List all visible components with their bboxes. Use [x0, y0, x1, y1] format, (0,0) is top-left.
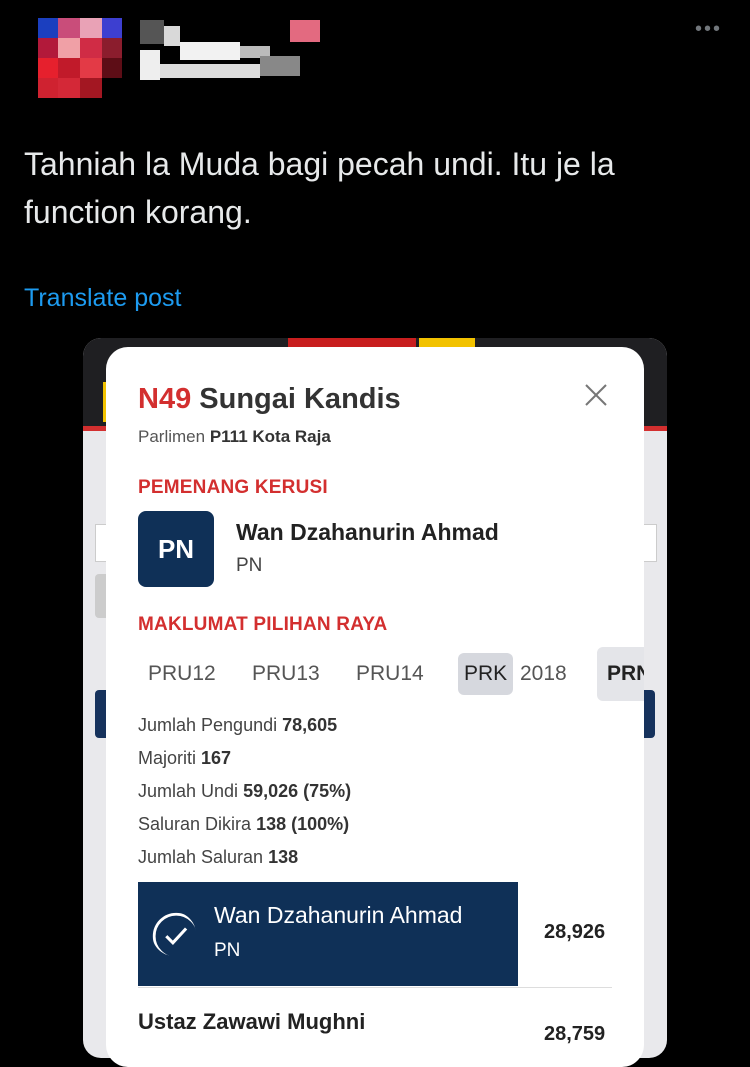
translate-post-link[interactable]: Translate post	[24, 284, 181, 313]
stat-streams-counted: Saluran Dikira 138 (100%)	[138, 814, 350, 834]
more-options-icon[interactable]: •••	[695, 18, 722, 41]
constituency-name: Sungai Kandis	[199, 383, 401, 415]
tab-2018[interactable]: 2018	[520, 653, 567, 695]
candidate-name: Wan Dzahanurin Ahmad	[214, 902, 463, 928]
parliament-subtitle: Parlimen P111 Kota Raja	[138, 427, 331, 446]
constituency-code: N49	[138, 383, 192, 415]
author-name-redacted[interactable]	[140, 20, 320, 86]
tab-pru14[interactable]: PRU14	[356, 653, 424, 695]
candidate-votes: 28,759	[544, 1023, 606, 1045]
tweet-text: Tahniah la Muda bagi pecah undi. Itu je …	[24, 146, 615, 230]
constituency-modal: N49 Sungai Kandis Parlimen P111 Kota Raj…	[106, 347, 644, 1067]
divider	[138, 987, 612, 988]
candidate-name: Ustaz Zawawi Mughni	[138, 1009, 366, 1034]
close-icon[interactable]	[582, 381, 610, 409]
stat-total-streams: Jumlah Saluran 138	[138, 847, 299, 867]
check-circle-icon	[152, 912, 196, 956]
stat-total-votes: Jumlah Undi 59,026 (75%)	[138, 781, 352, 801]
modal-title: N49 Sungai Kandis	[138, 383, 401, 416]
tab-pru12[interactable]: PRU12	[148, 653, 216, 695]
election-tabs: PRU12 PRU13 PRU14 PRK 2018 PRN	[138, 647, 644, 701]
winner-name: Wan Dzahanurin Ahmad	[236, 519, 499, 545]
tab-prn[interactable]: PRN	[597, 647, 644, 701]
result-row-winner[interactable]: Wan Dzahanurin Ahmad PN	[138, 882, 518, 986]
party-logo: PN	[138, 511, 214, 587]
winner-party: PN	[236, 555, 263, 576]
winner-heading: PEMENANG KERUSI	[138, 477, 328, 498]
stat-total-voters: Jumlah Pengundi 78,605	[138, 715, 338, 735]
avatar[interactable]	[38, 18, 122, 98]
tab-prk[interactable]: PRK	[458, 653, 514, 695]
parliament-name: P111 Kota Raja	[209, 427, 331, 446]
candidate-party: PN	[214, 940, 241, 961]
candidate-votes: 28,926	[544, 921, 606, 943]
stat-majority: Majoriti 167	[138, 748, 232, 768]
tab-pru13[interactable]: PRU13	[252, 653, 320, 695]
election-info-heading: MAKLUMAT PILIHAN RAYA	[138, 614, 388, 635]
